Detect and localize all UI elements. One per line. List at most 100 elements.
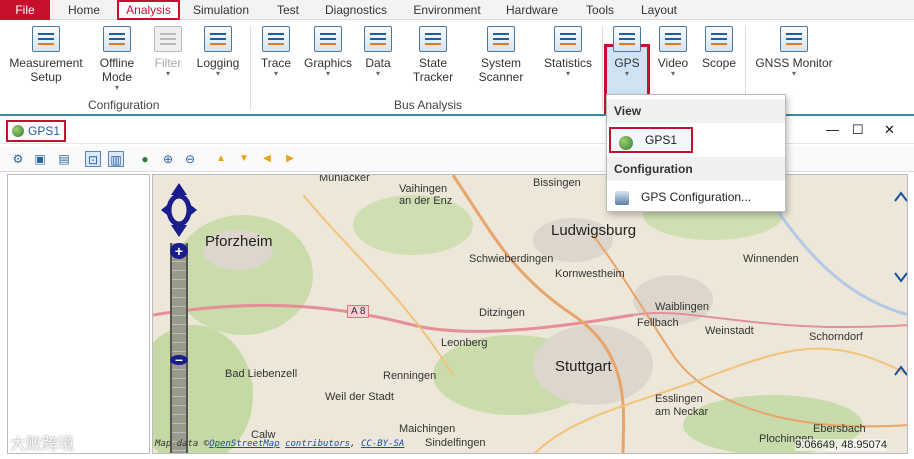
tab-test[interactable]: Test [268,0,308,20]
chevron-down-icon: ▾ [273,69,278,78]
config-icon [615,191,629,205]
map-view[interactable]: Mühlacker Vaihingen an der Enz Bissingen… [152,174,908,454]
city-label: Sindelfingen [425,437,486,449]
group-label-bus-analysis: Bus Analysis [394,98,463,112]
chevron-down-icon: ▾ [791,69,796,78]
minimize-button[interactable]: — [826,122,839,137]
globe-icon[interactable]: ● [137,151,153,167]
scope-icon [705,26,733,52]
city-label: Stuttgart [555,358,612,375]
offline-mode-label: Offline Mode [99,56,135,84]
lock-icon[interactable]: ▥ [108,151,124,167]
zoom-in-icon[interactable]: + [170,243,188,259]
zoom-slider[interactable] [170,243,188,453]
chevron-down-icon: ▾ [670,69,675,78]
logging-button[interactable]: Logging ▾ [194,26,242,78]
city-label: Pforzheim [205,233,273,250]
graphics-button[interactable]: Graphics ▾ [302,26,354,78]
menu-item-gps1[interactable]: GPS1 [609,127,693,153]
statistics-icon [554,26,582,52]
export-icon[interactable]: ▤ [56,151,72,167]
arrow-down-icon[interactable]: ▼ [236,151,252,167]
offline-mode-button[interactable]: Offline Mode ▾ [92,26,142,92]
signal-list-panel[interactable] [7,174,150,454]
attribution-prefix: Map data © [155,439,210,449]
gps-dropdown-menu: View GPS1 Configuration GPS Configuratio… [606,94,786,212]
city-label: Leonberg [441,337,488,349]
gnss-monitor-button[interactable]: GNSS Monitor ▾ [752,26,836,78]
city-label: Ebersbach [813,423,866,435]
tab-layout[interactable]: Layout [634,0,684,20]
gnss-monitor-icon [780,26,808,52]
statistics-label: Statistics [543,56,592,70]
filter-button[interactable]: Filter ▾ [150,26,186,78]
close-button[interactable]: ✕ [884,122,895,138]
trace-button[interactable]: Trace ▾ [256,26,296,78]
tab-home[interactable]: Home [60,0,108,20]
data-icon [364,26,392,52]
map-vertical-scrollbar[interactable] [893,175,908,454]
attribution-link-contributors[interactable]: contributors [285,439,350,449]
chevron-down-icon: ▾ [215,69,220,78]
tab-simulation[interactable]: Simulation [188,0,254,20]
menu-item-gps-configuration[interactable]: GPS Configuration... [607,184,785,210]
system-scanner-icon [487,26,515,52]
arrow-up-icon[interactable]: ▲ [213,151,229,167]
city-label: Vaihingen an der Enz [399,183,453,207]
attribution-link-license[interactable]: CC-BY-SA [361,439,404,449]
track-icon[interactable]: ⊡ [85,151,101,167]
globe-icon [12,125,24,137]
coordinate-readout: 9.06649, 48.95074 [795,439,887,451]
attribution-link-osm[interactable]: OpenStreetMap [209,439,279,449]
group-label-configuration: Configuration [88,98,160,112]
logging-label: Logging [196,56,240,70]
tab-environment[interactable]: Environment [404,0,490,20]
graphics-label: Graphics [303,56,353,70]
arrow-left-icon[interactable]: ◀ [259,151,275,167]
city-label: Schwieberdingen [469,253,554,265]
folder-icon[interactable]: ▣ [32,151,48,167]
city-label: Bad Liebenzell [225,368,298,380]
zoom-in-icon[interactable]: ⊕ [160,151,176,167]
system-scanner-button[interactable]: System Scanner [470,26,532,84]
video-button[interactable]: Video ▾ [654,26,692,78]
zoom-out-icon[interactable]: ⊖ [182,151,198,167]
data-label: Data [365,56,391,70]
city-label: Maichingen [399,423,456,435]
chevron-down-icon: ▾ [114,83,119,92]
chevron-down-icon: ▾ [565,69,570,78]
pan-control-icon[interactable] [161,183,197,237]
city-label: Winnenden [743,253,799,265]
arrow-right-icon[interactable]: ▶ [282,151,298,167]
maximize-button[interactable]: ☐ [852,122,864,138]
measurement-setup-button[interactable]: Measurement Setup [6,26,86,84]
chevron-down-icon: ▾ [165,69,170,78]
state-tracker-label: State Tracker [412,56,454,84]
document-tab-gps1[interactable]: GPS1 [6,120,66,142]
watermark: 大败跨境 [10,436,75,453]
statistics-button[interactable]: Statistics ▾ [540,26,596,78]
video-label: Video [657,56,689,70]
data-button[interactable]: Data ▾ [362,26,394,78]
state-tracker-button[interactable]: State Tracker [404,26,462,84]
tab-file[interactable]: File [0,0,50,20]
chevron-down-icon: ▾ [375,69,380,78]
filter-label: Filter [154,56,182,70]
tab-hardware[interactable]: Hardware [498,0,566,20]
dropdown-header-view: View [607,99,785,123]
graphics-icon [314,26,342,52]
dropdown-header-configuration: Configuration [607,157,785,181]
city-label: Weinstadt [705,325,754,337]
settings-icon[interactable]: ⚙ [10,151,26,167]
tab-diagnostics[interactable]: Diagnostics [318,0,394,20]
gps-icon [613,26,641,52]
trace-icon [262,26,290,52]
tab-analysis[interactable]: Analysis [117,0,180,20]
ribbon-separator [602,26,603,110]
scope-button[interactable]: Scope [700,26,738,70]
tab-tools[interactable]: Tools [580,0,620,20]
gps-button[interactable]: GPS ▾ [608,26,646,78]
zoom-handle[interactable]: – [170,352,188,366]
city-label: Schorndorf [809,331,863,343]
gnss-monitor-label: GNSS Monitor [755,56,833,70]
